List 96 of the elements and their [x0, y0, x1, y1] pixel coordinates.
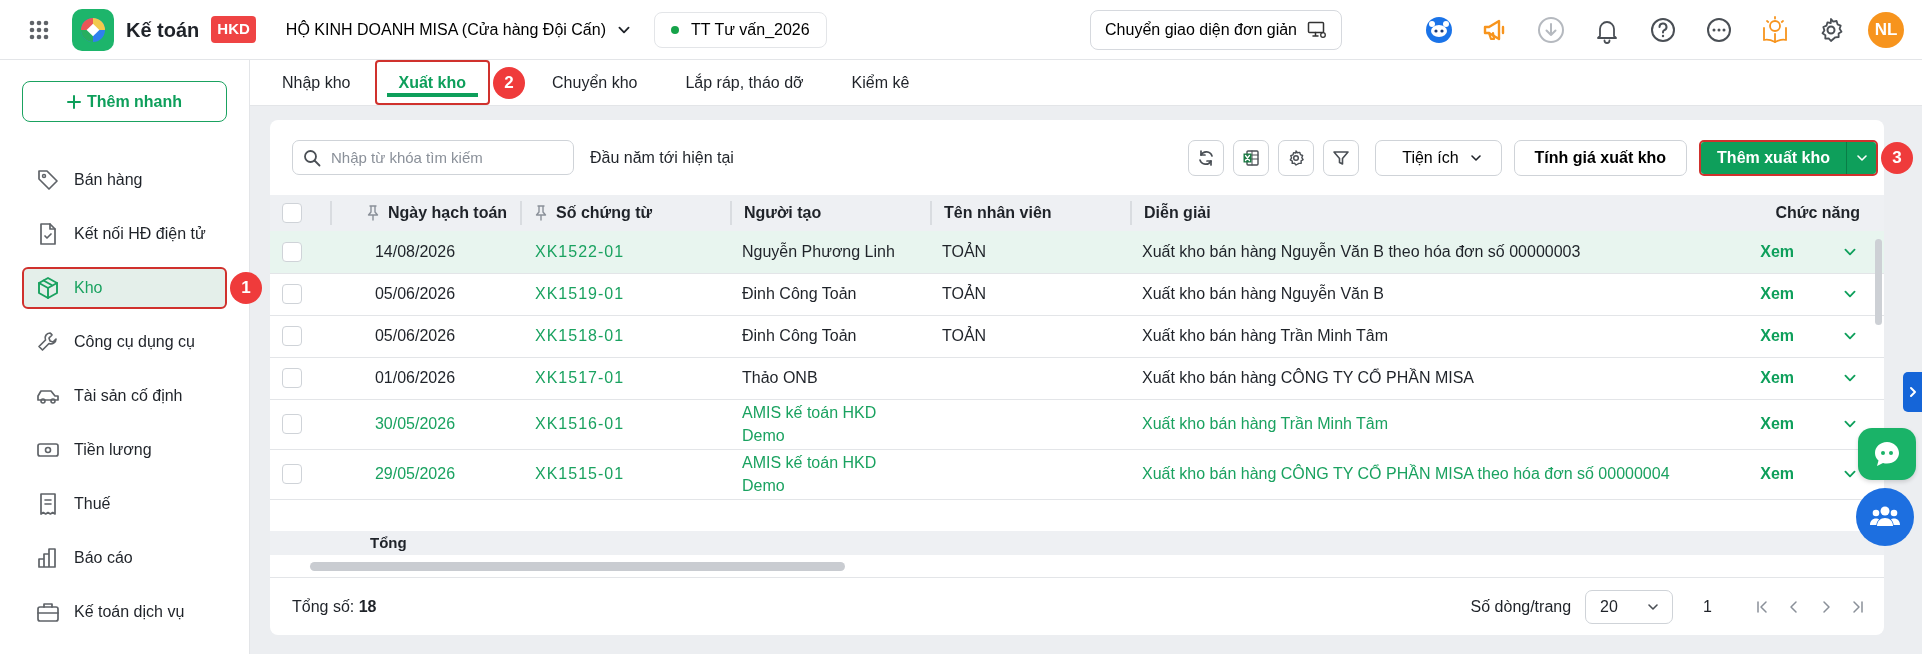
wrench-icon: [36, 330, 60, 354]
row-checkbox[interactable]: [282, 284, 302, 304]
grid-icon[interactable]: [29, 19, 49, 40]
refresh-button[interactable]: [1188, 139, 1225, 176]
chevron-right-icon: [1907, 386, 1918, 398]
sidebar-item[interactable]: Thuế: [22, 483, 227, 525]
table-row[interactable]: 05/06/2026 XK1518-01 Đinh Công Toản TOẢN Xuất kho bán hàng Trần Minh Tâm Xem: [270, 315, 1884, 357]
row-checkbox[interactable]: [282, 241, 302, 262]
employee-cell: TOẢN: [942, 285, 987, 302]
search-icon: [303, 149, 321, 167]
search-field[interactable]: Nhập từ khóa tìm kiếm: [292, 140, 574, 175]
page-size-select[interactable]: 20: [1585, 589, 1674, 624]
settings-icon: [1287, 148, 1306, 167]
more-icon[interactable]: [1705, 15, 1733, 44]
creator-cell-text: Thảo ONB: [742, 368, 819, 389]
column-header: Chức năng: [1775, 203, 1860, 223]
side-panel-toggle[interactable]: [1903, 372, 1922, 412]
date-cell: 29/05/2026: [374, 465, 456, 482]
employee-cell: TOẢN: [942, 327, 987, 344]
company-selector[interactable]: HỘ KINH DOANH MISA (Cửa hàng Đội Cấn): [285, 17, 632, 42]
row-checkbox[interactable]: [282, 464, 302, 484]
tag-icon: [36, 168, 60, 192]
chat-button[interactable]: [1858, 428, 1916, 480]
creator-cell-text: AMIS kế toán HKD Demo: [742, 402, 878, 446]
column-header: Người tạo: [744, 203, 822, 223]
excel-icon: [1242, 148, 1261, 167]
tab[interactable]: Kiểm kê: [827, 60, 934, 105]
employee-cell: TOẢN: [942, 242, 987, 260]
sidebar-item[interactable]: Kết nối HĐ điện tử: [22, 213, 227, 255]
last-page-icon[interactable]: [1850, 598, 1866, 615]
box-icon: [36, 276, 60, 300]
app-logo: [79, 15, 107, 44]
add-options-button[interactable]: [1846, 141, 1876, 174]
date-cell: 30/05/2026: [374, 415, 456, 432]
description-cell: Xuất kho bán hàng CÔNG TY CỔ PHẦN MISA theo hóa đơn số 00000004: [1142, 465, 1670, 482]
sidebar-item[interactable]: Tiền lương: [22, 429, 227, 471]
tab[interactable]: Lắp ráp, tháo dỡ: [661, 60, 828, 105]
app-name: Kế toán: [126, 17, 200, 43]
briefcase-icon: [36, 600, 60, 624]
sidebar-item[interactable]: Kế toán dịch vụ: [22, 591, 227, 633]
table-row[interactable]: 01/06/2026 XK1517-01 Thảo ONB Xuất kho bán hàng CÔNG TY CỔ PHẦN MISA Xem: [270, 357, 1884, 399]
refresh-icon: [1197, 148, 1216, 167]
row-checkbox[interactable]: [282, 326, 302, 346]
help-icon[interactable]: [1649, 15, 1677, 44]
pin-icon[interactable]: [534, 205, 548, 221]
plus-icon: [66, 94, 81, 109]
column-header: Tên nhân viên: [944, 203, 1052, 223]
filter-button[interactable]: [1323, 139, 1360, 176]
assistant-bot-icon[interactable]: [1425, 15, 1453, 44]
creator-cell-text: Đinh Công Toản: [742, 284, 858, 305]
creator-cell-text: Đinh Công Toản: [742, 326, 858, 347]
costing-button[interactable]: Tính giá xuất kho: [1513, 139, 1688, 176]
first-page-icon[interactable]: [1754, 598, 1770, 615]
date-cell: 01/06/2026: [374, 369, 456, 386]
row-checkbox[interactable]: [282, 414, 302, 434]
description-cell: Xuất kho bán hàng Nguyễn Văn B: [1142, 285, 1384, 302]
page-number: 1: [1703, 596, 1712, 617]
simple-ui-button[interactable]: Chuyển giao diện đơn giản: [1090, 9, 1342, 50]
lightbulb-book-icon[interactable]: [1761, 15, 1789, 44]
total-label: Tổng: [370, 533, 407, 553]
select-all-checkbox[interactable]: [282, 203, 302, 223]
column-header: Số chứng từ: [556, 203, 653, 223]
sidebar-item[interactable]: Bán hàng: [22, 159, 227, 201]
period-filter[interactable]: Đầu năm tới hiện tại: [590, 145, 734, 170]
description-cell: Xuất kho bán hàng Trần Minh Tâm: [1142, 415, 1389, 432]
creator-cell-text: Nguyễn Phương Linh: [742, 241, 896, 263]
vertical-scrollbar[interactable]: [1875, 239, 1882, 325]
date-cell: 05/06/2026: [374, 327, 456, 344]
step-badge: 1: [230, 272, 262, 304]
database-selector[interactable]: TT Tư vấn_2026: [654, 11, 827, 48]
description-cell: Xuất kho bán hàng CÔNG TY CỔ PHẦN MISA: [1142, 369, 1474, 386]
tab[interactable]: Nhập kho: [258, 60, 375, 105]
row-checkbox[interactable]: [282, 368, 302, 388]
date-cell: 05/06/2026: [374, 285, 456, 302]
creator-cell-text: AMIS kế toán HKD Demo: [742, 452, 878, 496]
sidebar-item[interactable]: Tài sản cố định: [22, 375, 227, 417]
total-count: Tổng số: 18: [292, 596, 377, 617]
settings-button[interactable]: [1278, 139, 1315, 176]
page-size-label: Số dòng/trang: [1470, 596, 1572, 617]
column-header: Ngày hạch toán: [388, 203, 508, 223]
date-cell: 14/08/2026: [374, 242, 456, 260]
sidebar-item[interactable]: Công cụ dụng cụ: [22, 321, 227, 363]
monitor-icon: [1307, 20, 1327, 39]
column-header: Diễn giải: [1144, 202, 1211, 223]
description-cell: Xuất kho bán hàng Trần Minh Tâm: [1142, 327, 1389, 344]
tab[interactable]: Chuyển kho: [528, 60, 662, 105]
download-icon[interactable]: [1537, 15, 1565, 44]
excel-button[interactable]: [1233, 139, 1270, 176]
description-cell: Xuất kho bán hàng Nguyễn Văn B theo hóa đơn số 00000003: [1142, 242, 1581, 260]
table-row[interactable]: 14/08/2026 XK1522-01 Nguyễn Phương Linh TOẢN Xuất kho bán hàng Nguyễn Văn B theo hóa đơn số 00000003 Xem: [270, 231, 1884, 273]
filter-icon: [1332, 148, 1351, 167]
utilities-dropdown[interactable]: Tiện ích: [1375, 139, 1502, 176]
horizontal-scrollbar[interactable]: [310, 562, 845, 571]
edition-badge: HKD: [211, 16, 256, 43]
pin-icon[interactable]: [366, 205, 380, 221]
sidebar-item[interactable]: Báo cáo: [22, 537, 227, 579]
